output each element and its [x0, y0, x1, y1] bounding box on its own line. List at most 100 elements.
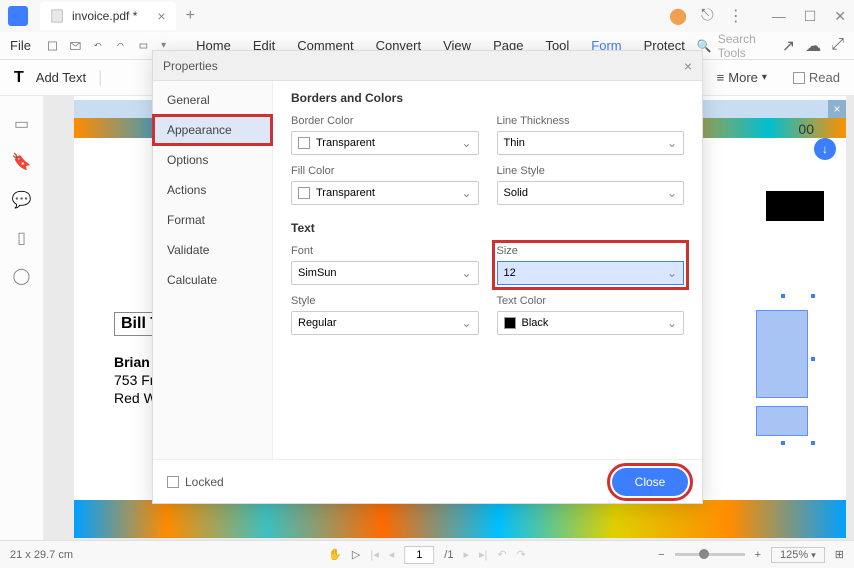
redo-icon[interactable] — [115, 38, 126, 54]
first-page-button[interactable]: |◂ — [370, 548, 378, 561]
jump-back-button[interactable]: ↶ — [497, 548, 506, 561]
zoom-level[interactable]: 125% ▾ — [771, 547, 825, 563]
page-dimensions: 21 x 29.7 cm — [10, 549, 73, 561]
read-checkbox[interactable]: Read — [793, 70, 840, 85]
checkbox-icon — [793, 72, 805, 84]
dialog-close-button[interactable]: × — [684, 58, 692, 74]
label-line-thickness: Line Thickness — [497, 115, 685, 127]
close-button[interactable]: Close — [612, 468, 688, 496]
zoom-in-button[interactable]: + — [755, 549, 761, 561]
sidebar-item-calculate[interactable]: Calculate — [153, 265, 272, 295]
style-select[interactable]: Regular — [291, 311, 479, 335]
page-total: /1 — [444, 549, 453, 561]
file-menu[interactable]: File — [10, 38, 31, 53]
form-field-box-2[interactable] — [756, 406, 808, 436]
resize-handle[interactable] — [810, 440, 816, 446]
dialog-footer: Locked Close — [153, 459, 702, 503]
invoice-number-fragment: 00 — [798, 121, 814, 137]
section-text: Text — [291, 221, 684, 235]
zoom-thumb[interactable] — [699, 549, 709, 559]
close-window-button[interactable]: ✕ — [834, 8, 846, 25]
zoom-slider[interactable] — [675, 553, 745, 556]
undo-icon[interactable] — [93, 38, 104, 54]
hand-tool-icon[interactable]: ✋ — [328, 548, 342, 561]
tab-title: invoice.pdf * — [72, 9, 137, 23]
external-icon[interactable]: ↗ — [782, 36, 795, 56]
fit-page-icon[interactable]: ⊞ — [835, 548, 844, 561]
kebab-icon[interactable]: ⋮ — [728, 6, 744, 26]
cloud-icon[interactable]: ☁ — [805, 36, 821, 56]
resize-handle[interactable] — [780, 440, 786, 446]
save-icon[interactable] — [47, 38, 58, 54]
document-tab[interactable]: invoice.pdf * × — [40, 2, 176, 30]
chevron-down-icon: ▾ — [762, 72, 767, 83]
sidebar-item-general[interactable]: General — [153, 85, 272, 115]
sidebar-item-actions[interactable]: Actions — [153, 175, 272, 205]
page-navigation: ✋ ▷ |◂ ◂ /1 ▸ ▸| ↶ ↷ — [328, 546, 526, 564]
form-field-box[interactable] — [756, 310, 808, 398]
line-thickness-select[interactable]: Thin — [497, 131, 685, 155]
bookmark-icon[interactable]: 🔖 — [12, 152, 32, 172]
text-color-select[interactable]: Black — [497, 311, 685, 335]
search-tools[interactable]: 🔍 Search Tools — [697, 32, 758, 60]
share-icon[interactable]: ⎋ — [701, 7, 714, 25]
line-style-select[interactable]: Solid — [497, 181, 685, 205]
resize-handle[interactable] — [810, 293, 816, 299]
left-side-rail: ▭ 🔖 💬 ▯ ◯ — [0, 96, 44, 568]
last-page-button[interactable]: ▸| — [479, 548, 487, 561]
select-tool-icon[interactable]: ▷ — [352, 548, 360, 561]
maximize-button[interactable]: ☐ — [804, 8, 817, 25]
sidebar-item-format[interactable]: Format — [153, 205, 272, 235]
border-color-select[interactable]: Transparent — [291, 131, 479, 155]
prev-page-button[interactable]: ◂ — [389, 548, 395, 561]
selected-form-field[interactable] — [762, 296, 820, 436]
pdf-icon — [50, 9, 64, 23]
page-number-input[interactable] — [404, 546, 434, 564]
thumbnails-icon[interactable]: ▭ — [14, 114, 29, 134]
tab-close-button[interactable]: × — [157, 8, 165, 24]
mail-icon[interactable] — [70, 38, 81, 54]
dialog-sidebar: General Appearance Options Actions Forma… — [153, 81, 273, 459]
dialog-header[interactable]: Properties × — [153, 51, 702, 81]
search-panel-icon[interactable]: ◯ — [13, 266, 31, 286]
status-bar: 21 x 29.7 cm ✋ ▷ |◂ ◂ /1 ▸ ▸| ↶ ↷ − + 12… — [0, 540, 854, 568]
dialog-content: Borders and Colors Border Color Transpar… — [273, 81, 702, 459]
dialog-title: Properties — [163, 59, 218, 73]
new-tab-button[interactable]: + — [186, 7, 195, 25]
size-input[interactable]: 12 — [497, 261, 685, 285]
comment-panel-icon[interactable]: 💬 — [12, 190, 32, 210]
resize-handle[interactable] — [810, 356, 816, 362]
attachment-icon[interactable]: ▯ — [17, 228, 26, 248]
banner-close-button[interactable]: × — [828, 100, 846, 118]
sidebar-item-appearance[interactable]: Appearance — [153, 115, 272, 145]
section-borders-colors: Borders and Colors — [291, 91, 684, 105]
next-page-button[interactable]: ▸ — [463, 548, 469, 561]
minimize-button[interactable]: — — [772, 8, 786, 25]
expand-icon[interactable]: ⤢ — [831, 36, 844, 56]
page-black-box — [766, 191, 824, 221]
label-border-color: Border Color — [291, 115, 479, 127]
bill-address-line2: Red W — [114, 390, 157, 406]
locked-checkbox[interactable]: Locked — [167, 475, 224, 489]
sidebar-item-options[interactable]: Options — [153, 145, 272, 175]
hamburger-icon: ≡ — [717, 70, 725, 85]
bill-address-line1: 753 Fr — [114, 372, 154, 388]
search-placeholder: Search Tools — [718, 32, 758, 60]
jump-forward-button[interactable]: ↷ — [517, 548, 526, 561]
zoom-out-button[interactable]: − — [658, 549, 664, 561]
resize-handle[interactable] — [780, 293, 786, 299]
sidebar-item-validate[interactable]: Validate — [153, 235, 272, 265]
more-button[interactable]: ≡ More ▾ — [717, 70, 767, 85]
gift-icon[interactable]: ⬤ — [669, 6, 687, 26]
bill-name: Brian — [114, 354, 150, 370]
download-badge-icon[interactable]: ↓ — [814, 138, 836, 160]
add-text-button[interactable]: Add Text — [36, 70, 86, 85]
label-fill-color: Fill Color — [291, 165, 479, 177]
font-select[interactable]: SimSun — [291, 261, 479, 285]
print-icon[interactable] — [138, 38, 149, 54]
properties-dialog: Properties × General Appearance Options … — [152, 50, 703, 504]
fill-color-select[interactable]: Transparent — [291, 181, 479, 205]
label-style: Style — [291, 295, 479, 307]
titlebar: invoice.pdf * × + ⬤ ⎋ ⋮ — ☐ ✕ — [0, 0, 854, 32]
text-tool-icon[interactable]: T — [14, 69, 24, 87]
